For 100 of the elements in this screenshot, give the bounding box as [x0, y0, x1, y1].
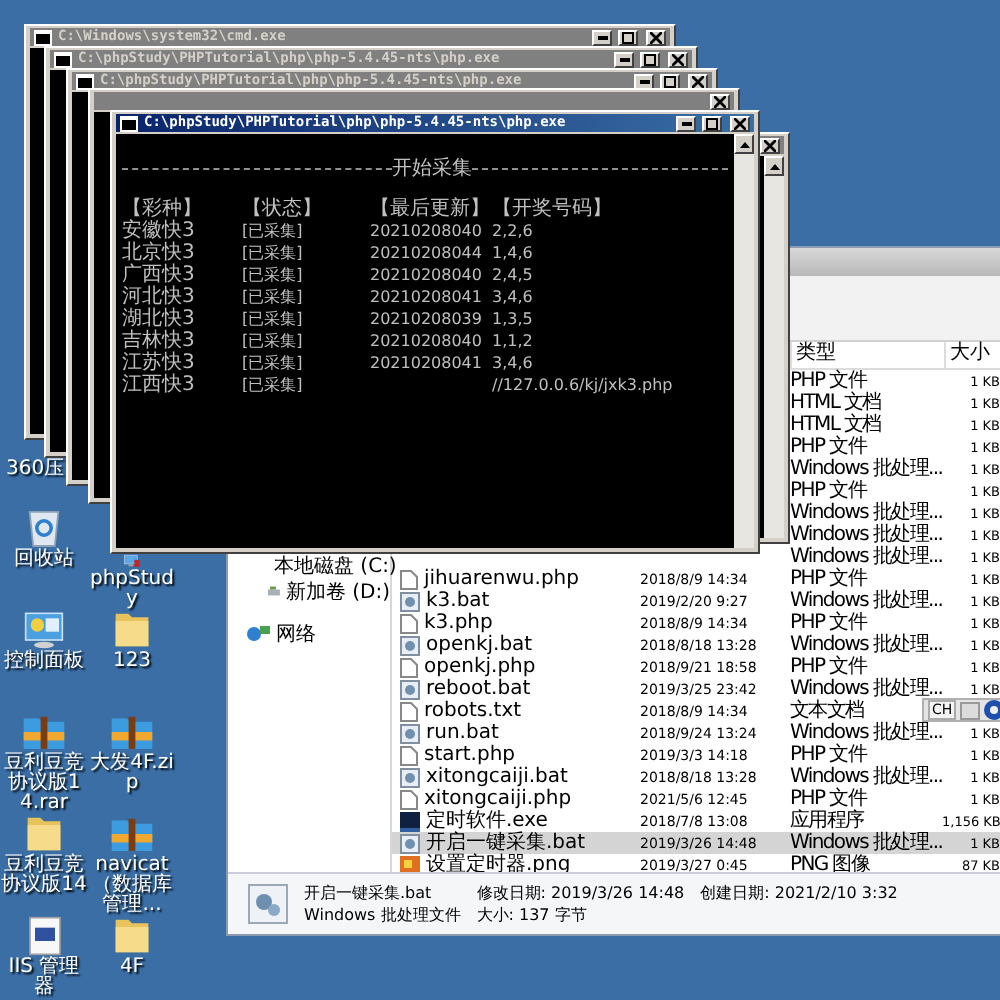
folder-icon[interactable]	[112, 610, 152, 650]
details-modified-date: 修改日期: 2019/3/26 14:48	[476, 882, 685, 904]
console-cell-text: 安徽快3	[122, 220, 197, 242]
network-icon	[246, 623, 270, 643]
desktop-icon-label[interactable]: 360压	[6, 460, 65, 480]
minimize-button[interactable]	[676, 115, 696, 131]
desktop-icon-label[interactable]: 回收站	[14, 550, 74, 570]
file-type: Windows 批处理...	[790, 678, 943, 700]
column-header[interactable]: 类型	[792, 342, 836, 368]
file-name[interactable]: openkj.php	[424, 656, 536, 678]
file-name[interactable]: robots.txt	[424, 700, 522, 722]
file-name[interactable]: jihuarenwu.php	[424, 568, 579, 590]
document-icon	[400, 657, 418, 677]
nav-item[interactable]: 新加卷 (D:)	[285, 577, 390, 605]
desktop-icon-label[interactable]: 豆利豆竞协议版14	[0, 856, 88, 896]
maximize-icon	[706, 117, 718, 129]
minimize-icon	[597, 35, 607, 39]
file-type: Windows 批处理...	[790, 546, 943, 568]
file-name[interactable]: 定时软件.exe	[426, 810, 548, 832]
minimize-icon	[639, 79, 649, 83]
gear-document-icon	[400, 833, 420, 853]
nav-item[interactable]: 本地磁盘 (C:)	[274, 551, 397, 579]
document-icon	[400, 701, 418, 721]
document-icon	[400, 745, 418, 765]
nav-item[interactable]: 网络	[276, 619, 316, 647]
help-icon[interactable]	[984, 700, 1000, 720]
gear-document-icon	[400, 723, 420, 743]
up-arrow-icon	[739, 141, 749, 147]
recycle-bin-icon[interactable]	[26, 508, 62, 548]
close-icon	[764, 139, 776, 151]
file-type: HTML 文档	[790, 392, 881, 414]
file-name[interactable]: 开启一键采集.bat	[426, 832, 586, 854]
maximize-button[interactable]	[702, 115, 722, 131]
console-cell-text: 1,1,2	[492, 330, 535, 352]
console-column-header: 【彩种】	[122, 198, 204, 220]
console-cell-text: [已采集]	[242, 308, 305, 330]
scroll-up-button[interactable]	[734, 134, 754, 154]
file-name[interactable]: k3.php	[424, 612, 493, 634]
desktop-icon-label[interactable]: 大发4F.zip	[88, 754, 176, 794]
file-type: Windows 批处理...	[790, 524, 943, 546]
desktop-icon-label[interactable]: phpStudy	[88, 570, 176, 610]
desktop-icon-label[interactable]: 4F	[119, 958, 145, 978]
file-name[interactable]: xitongcaiji.bat	[426, 766, 568, 788]
desktop-icon-label[interactable]: 123	[112, 652, 152, 672]
file-type: Windows 批处理...	[790, 634, 943, 656]
console-cell-text: 20210208040	[370, 264, 484, 286]
close-button[interactable]	[760, 137, 780, 153]
console-column-header: 【最后更新】	[370, 198, 492, 220]
close-button[interactable]	[646, 29, 666, 45]
console-cell-text: 江苏快3	[122, 352, 197, 374]
control-panel-icon[interactable]	[24, 610, 64, 650]
document-icon	[400, 569, 418, 589]
close-button[interactable]	[730, 115, 750, 131]
file-name[interactable]: run.bat	[426, 722, 499, 744]
console-cell-text: 20210208040	[370, 330, 484, 352]
file-name[interactable]: k3.bat	[426, 590, 490, 612]
gear-document-icon	[400, 767, 420, 787]
file-type: Windows 批处理...	[790, 766, 943, 788]
details-created-date: 创建日期: 2021/2/10 3:32	[700, 882, 898, 904]
file-name[interactable]: reboot.bat	[426, 678, 531, 700]
details-file-name: 开启一键采集.bat	[304, 882, 434, 904]
file-type: Windows 批处理...	[790, 458, 943, 480]
close-icon	[714, 95, 726, 107]
desktop-icon-label[interactable]: navicat（数据库管理...	[88, 856, 176, 916]
file-type: Windows 批处理...	[790, 832, 943, 854]
column-header[interactable]: 大小	[946, 342, 990, 364]
close-button[interactable]	[688, 73, 708, 89]
drive-icon	[268, 582, 280, 600]
console-cell-text: 20210208041	[370, 286, 484, 308]
console-cell-text: 20210208044	[370, 242, 484, 264]
folder-icon[interactable]	[112, 916, 152, 956]
archive-icon[interactable]	[110, 814, 154, 854]
close-button[interactable]	[710, 93, 730, 109]
console-cell-text: 2,4,5	[492, 264, 535, 286]
close-button[interactable]	[668, 51, 688, 67]
desktop-icon-label[interactable]: 豆利豆竞协议版14.rar	[0, 754, 88, 814]
scroll-up-button[interactable]	[764, 156, 784, 176]
archive-icon[interactable]	[110, 712, 154, 752]
file-type: PHP 文件	[790, 656, 866, 678]
console-cell-text: [已采集]	[242, 220, 305, 242]
grid-document-icon[interactable]	[27, 916, 61, 956]
file-name[interactable]: start.php	[424, 744, 516, 766]
file-name[interactable]: xitongcaiji.php	[424, 788, 572, 810]
console-column-header: 【状态】	[242, 198, 324, 220]
file-name[interactable]: openkj.bat	[426, 634, 533, 656]
up-arrow-icon	[769, 163, 779, 169]
folder-icon[interactable]	[24, 814, 64, 854]
close-icon	[692, 75, 704, 87]
file-type: 文本文档	[790, 700, 864, 722]
archive-icon[interactable]	[22, 712, 66, 752]
close-icon	[650, 31, 662, 43]
console-cell-text: [已采集]	[242, 264, 305, 286]
minimize-icon	[619, 57, 629, 61]
details-file-size: 大小: 137 字节	[476, 904, 589, 926]
console-cell-text: //127.0.0.6/kj/jxk3.php	[492, 374, 675, 396]
console-cell-text: 河北快3	[122, 286, 197, 308]
desktop-icon-label[interactable]: 控制面板	[4, 652, 84, 672]
gear-document-icon	[400, 591, 420, 611]
console-cell-text: 20210208039	[370, 308, 484, 330]
desktop-icon-label[interactable]: IIS 管理器	[0, 958, 88, 998]
